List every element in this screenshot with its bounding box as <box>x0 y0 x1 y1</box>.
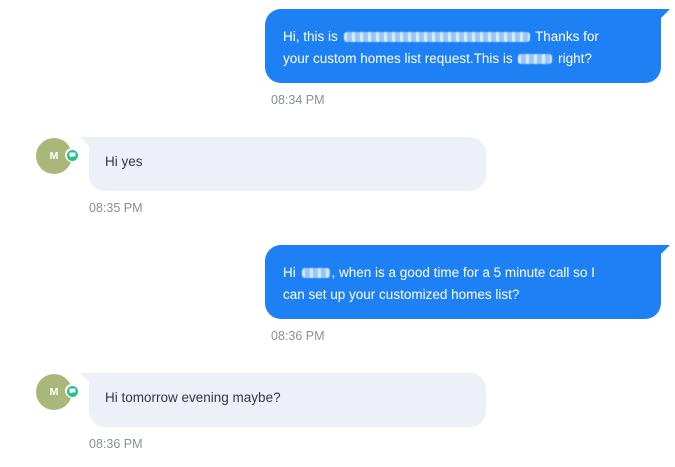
avatar-initial: M <box>49 386 59 398</box>
sms-chat-icon <box>65 148 79 162</box>
conversation-thread: Hi, this is Thanks for your custom homes… <box>0 0 675 467</box>
message-text: Hi yes <box>105 154 143 169</box>
message-text: Hi , when is a good time for a 5 minute … <box>283 265 595 302</box>
incoming-message-bubble[interactable]: Hi tomorrow evening maybe? <box>80 373 486 427</box>
message-text: Hi tomorrow evening maybe? <box>105 390 281 405</box>
outgoing-message-bubble[interactable]: Hi , when is a good time for a 5 minute … <box>265 245 670 319</box>
redacted-name <box>301 268 330 279</box>
sms-chat-icon <box>65 384 79 398</box>
message-timestamp: 08:36 PM <box>89 437 143 451</box>
redacted-name <box>518 54 553 65</box>
outgoing-message-bubble[interactable]: Hi, this is Thanks for your custom homes… <box>265 9 670 83</box>
message-text: Hi, this is Thanks for your custom homes… <box>283 29 599 66</box>
message-timestamp: 08:35 PM <box>89 201 143 215</box>
avatar-initial: M <box>49 150 59 162</box>
redacted-name <box>343 32 530 43</box>
incoming-message-bubble[interactable]: Hi yes <box>80 137 486 191</box>
message-timestamp: 08:36 PM <box>271 329 325 343</box>
message-timestamp: 08:34 PM <box>271 93 325 107</box>
